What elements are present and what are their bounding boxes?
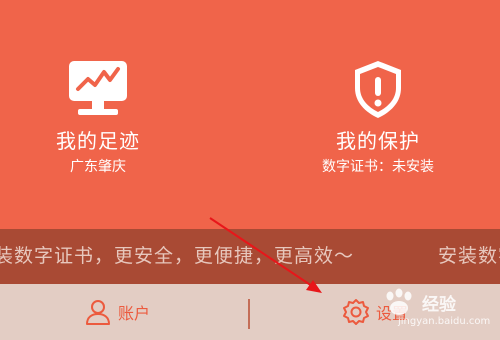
shield-alert-icon: [355, 61, 401, 118]
monitor-chart-icon: [69, 61, 127, 115]
user-icon: [86, 300, 110, 325]
watermark-text: 经验: [422, 295, 456, 315]
my-protection-card[interactable]: 我的保护 数字证书：未安装: [258, 58, 498, 176]
certificate-status: 数字证书：未安装: [322, 159, 434, 175]
app-screen: 我的足迹 广东肇庆 我的保护 数字证书：未安装 装数字证书，更安全，更便捷，更高…: [0, 0, 500, 340]
tab-divider: [248, 299, 250, 329]
tab-account[interactable]: 账户: [84, 284, 150, 340]
tab-account-label: 账户: [118, 304, 151, 323]
watermark-url: jingyan.baidu.com: [398, 316, 491, 327]
baidu-jingyan-watermark: 经验 jingyan.baidu.com: [380, 286, 498, 336]
banner-text: 装数字证书，更安全，更便捷，更高效～: [0, 245, 355, 267]
gear-icon: [343, 299, 369, 325]
my-footprint-title: 我的足迹: [56, 129, 140, 153]
certificate-promo-banner[interactable]: 装数字证书，更安全，更便捷，更高效～ 安装数字: [0, 229, 500, 284]
my-footprint-card[interactable]: 我的足迹 广东肇庆: [0, 58, 218, 176]
my-footprint-location: 广东肇庆: [70, 159, 126, 175]
banner-text-next: 安装数字: [438, 245, 500, 267]
my-protection-title: 我的保护: [336, 129, 420, 153]
paw-logo-icon: [386, 288, 412, 315]
